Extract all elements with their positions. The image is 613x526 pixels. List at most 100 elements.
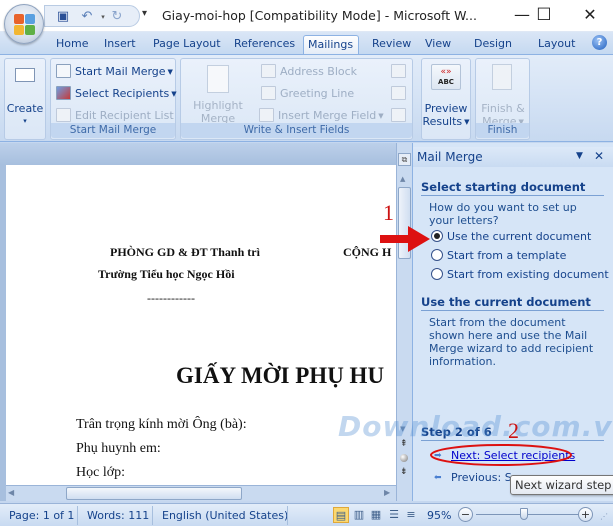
office-button[interactable] [4, 4, 44, 44]
close-button[interactable]: ✕ [567, 4, 613, 26]
zoom-in-button[interactable]: + [578, 507, 593, 522]
outline-view-icon[interactable]: ☰ [386, 507, 402, 523]
insert-merge-field-label: Insert Merge Field [278, 109, 377, 122]
tooltip: Next wizard step [510, 475, 613, 495]
match-fields-button[interactable] [391, 86, 410, 100]
word-count[interactable]: Words: 111 [87, 509, 149, 522]
scroll-right-arrow[interactable]: ▶ [384, 488, 390, 497]
radio-start-from-existing[interactable]: Start from existing document [431, 268, 609, 281]
zoom-out-button[interactable]: − [458, 507, 473, 522]
match-fields-icon [391, 86, 406, 100]
horizontal-scroll-thumb[interactable] [66, 487, 242, 500]
create-button[interactable]: Create ▾ [6, 62, 44, 125]
insert-merge-field-icon [259, 108, 274, 122]
address-block-button[interactable]: Address Block [261, 64, 357, 78]
customize-qat-button[interactable]: ▾ [142, 8, 147, 19]
radio-button[interactable] [431, 268, 443, 280]
save-icon[interactable]: ▣ [55, 9, 71, 25]
select-recipients-button[interactable]: Select Recipients ▼ [56, 86, 177, 100]
preview-abc-icon: «» ABC [431, 64, 461, 90]
zoom-level[interactable]: 95% [427, 509, 451, 522]
divider [77, 506, 78, 525]
select-browse-object-icon[interactable] [400, 454, 408, 462]
start-mail-merge-button[interactable]: Start Mail Merge ▼ [56, 64, 173, 78]
document-top-margin [0, 143, 396, 165]
greeting-line-icon [261, 86, 276, 100]
zoom-slider-thumb[interactable] [520, 508, 529, 520]
window-title: Giay-moi-hop [Compatibility Mode] - Micr… [162, 8, 477, 23]
tab-view[interactable]: View [421, 35, 455, 54]
edit-recipient-list-label: Edit Recipient List [75, 109, 174, 122]
doc-line-invite: Trân trọng kính mời Ông (bà): [76, 417, 247, 432]
previous-arrow-icon: ⬅ [434, 473, 442, 483]
divider [152, 506, 153, 525]
tab-mailings[interactable]: Mailings [303, 35, 359, 54]
vertical-scrollbar[interactable]: ⧉ ▲ ▼ ⇞ ⇟ [396, 143, 412, 501]
tab-page-layout[interactable]: Page Layout [149, 35, 225, 54]
next-page-icon[interactable]: ⇟ [400, 467, 408, 477]
ribbon-tabs: Home Insert Page Layout References Maili… [0, 32, 613, 54]
horizontal-scrollbar[interactable]: ◀ ▶ [6, 485, 396, 501]
edit-recipient-list-button[interactable]: Edit Recipient List [56, 108, 174, 122]
annotation-arrow-icon [380, 226, 430, 252]
preview-icon-top: «» [440, 67, 452, 77]
preview-label-2: Results ▼ [422, 115, 470, 128]
rules-button[interactable] [391, 64, 410, 78]
annotation-number-1: 1 [383, 200, 394, 225]
redo-icon[interactable]: ↻ [109, 9, 125, 25]
radio-label: Start from existing document [447, 268, 609, 281]
draft-view-icon[interactable]: ≡ [403, 507, 419, 523]
watermark: Download.com.vn [338, 410, 613, 443]
help-icon[interactable]: ? [592, 35, 607, 50]
highlight-label-1: Highlight [193, 99, 243, 112]
radio-button-selected[interactable] [431, 230, 443, 242]
resize-grip-icon[interactable]: ⋰ [600, 512, 608, 521]
task-pane-menu-icon[interactable]: ▼ [576, 151, 583, 161]
create-label: Create [6, 102, 44, 115]
tab-layout[interactable]: Layout [534, 35, 579, 54]
radio-start-from-template[interactable]: Start from a template [431, 249, 566, 262]
divider [287, 506, 288, 525]
tab-insert[interactable]: Insert [100, 35, 140, 54]
section-select-starting-document: Select starting document [421, 180, 604, 196]
radio-label: Start from a template [447, 249, 567, 262]
tab-home[interactable]: Home [52, 35, 92, 54]
radio-button[interactable] [431, 249, 443, 261]
doc-title: GIẤY MỜI PHỤ HU [176, 363, 385, 388]
start-mail-merge-group: Start Mail Merge ▼ Select Recipients ▼ Edi… [50, 58, 177, 140]
update-labels-icon [391, 108, 406, 122]
zoom-slider[interactable] [476, 508, 578, 520]
tab-design[interactable]: Design [470, 35, 516, 54]
greeting-line-button[interactable]: Greeting Line [261, 86, 354, 100]
edit-list-icon [56, 108, 71, 122]
radio-use-current-document[interactable]: Use the current document [431, 230, 591, 243]
highlight-document-icon [207, 65, 229, 93]
task-pane-close-icon[interactable]: ✕ [594, 149, 604, 163]
web-layout-view-icon[interactable]: ▦ [368, 507, 384, 523]
tab-references[interactable]: References [230, 35, 299, 54]
ruler-toggle-icon[interactable]: ⧉ [398, 153, 411, 166]
scroll-left-arrow[interactable]: ◀ [8, 488, 14, 497]
undo-icon[interactable]: ↶ [79, 9, 95, 25]
insert-merge-field-button[interactable]: Insert Merge Field ▼ [259, 108, 384, 122]
preview-results-button[interactable]: «» ABC Preview Results ▼ [422, 62, 470, 138]
full-screen-reading-view-icon[interactable]: ▥ [351, 507, 367, 523]
scroll-up-arrow[interactable]: ▲ [400, 175, 405, 183]
group-label: Finish [476, 123, 529, 138]
highlight-merge-fields-button[interactable]: Highlight Merge Fields [185, 61, 251, 138]
chevron-down-icon: ▼ [378, 112, 384, 120]
update-labels-button[interactable] [391, 108, 410, 122]
page-count[interactable]: Page: 1 of 1 [9, 509, 74, 522]
maximize-button[interactable]: ☐ [521, 4, 567, 26]
preview-icon-bottom: ABC [438, 78, 454, 86]
start-mail-merge-label: Start Mail Merge [75, 65, 166, 78]
task-pane-header: Mail Merge ▼ ✕ [413, 147, 613, 167]
previous-link[interactable]: Previous: Se [451, 471, 518, 484]
section-use-current-document: Use the current document [421, 295, 604, 311]
document-icon [56, 64, 71, 78]
envelope-icon [15, 68, 35, 82]
tab-review[interactable]: Review [368, 35, 415, 54]
finish-merge-button[interactable]: Finish & Merge ▼ [479, 62, 527, 128]
language[interactable]: English (United States) [162, 509, 288, 522]
print-layout-view-icon[interactable]: ▤ [333, 507, 349, 523]
